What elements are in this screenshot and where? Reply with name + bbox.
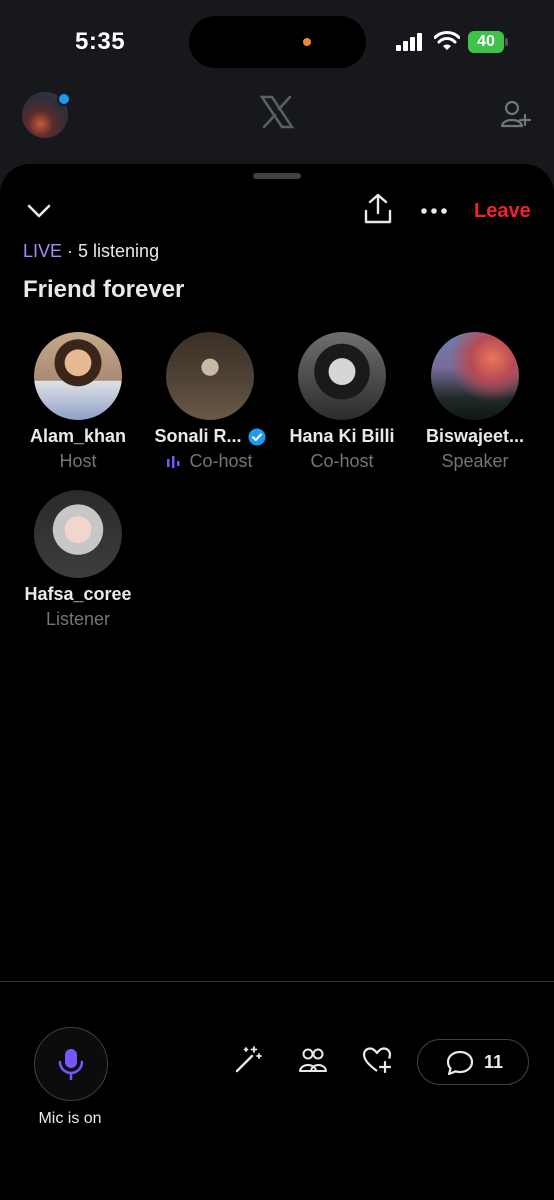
- mic-status-label: Mic is on: [38, 1110, 102, 1127]
- avatar: [166, 332, 254, 420]
- participant-card[interactable]: Alam_khan Host: [8, 332, 148, 472]
- magic-wand-icon[interactable]: [232, 1044, 264, 1076]
- participant-role: Co-host: [189, 451, 253, 471]
- verified-icon: [248, 428, 265, 445]
- app-bar: [0, 84, 554, 154]
- leave-button[interactable]: Leave: [474, 200, 531, 223]
- live-label: LIVE: [23, 241, 63, 261]
- status-bar: 5:35 40: [0, 0, 554, 84]
- listening-count: · 5 listening: [62, 241, 160, 261]
- avatar: [298, 332, 386, 420]
- dynamic-island: [189, 16, 366, 68]
- participant-card[interactable]: Sonali R... Co-host: [140, 332, 280, 472]
- spaces-sheet: Leave LIVE · 5 listening Friend forever …: [0, 164, 554, 1200]
- people-icon[interactable]: [297, 1044, 329, 1076]
- battery-level: 40: [468, 31, 504, 53]
- heart-plus-icon[interactable]: [361, 1044, 393, 1076]
- avatar: [34, 332, 122, 420]
- comments-button[interactable]: 11: [417, 1039, 529, 1085]
- space-title: Friend forever: [23, 276, 185, 303]
- participant-role: Speaker: [441, 451, 509, 471]
- signal-icon: [396, 33, 422, 51]
- wifi-icon: [434, 31, 460, 50]
- participant-role: Host: [59, 451, 97, 471]
- sheet-grabber[interactable]: [253, 173, 301, 179]
- share-icon[interactable]: [362, 192, 394, 226]
- mic-button[interactable]: [34, 1027, 108, 1101]
- avatar: [34, 490, 122, 578]
- participant-role: Co-host: [310, 451, 374, 471]
- avatar: [431, 332, 519, 420]
- comments-count: 11: [484, 1052, 504, 1072]
- battery-icon: 40: [468, 31, 508, 53]
- participant-name: Hana Ki Billi: [289, 426, 395, 446]
- participant-name: Hafsa_coree: [24, 584, 132, 604]
- notification-dot: [57, 92, 71, 106]
- more-icon[interactable]: [418, 196, 450, 226]
- participant-name: Alam_khan: [29, 426, 127, 446]
- comment-icon: [446, 1050, 474, 1076]
- recording-indicator: [303, 38, 311, 46]
- participant-card[interactable]: Biswajeet... Speaker: [405, 332, 545, 472]
- chevron-down-icon[interactable]: [24, 196, 54, 226]
- x-logo-icon[interactable]: [259, 94, 295, 130]
- participant-name: Biswajeet...: [425, 426, 525, 446]
- speaking-icon: [167, 455, 180, 468]
- mic-icon: [58, 1049, 84, 1080]
- add-user-icon[interactable]: [500, 98, 532, 130]
- divider: [0, 981, 554, 982]
- status-time: 5:35: [75, 28, 126, 55]
- live-status: LIVE · 5 listening: [23, 241, 159, 262]
- participant-card[interactable]: Hana Ki Billi Co-host: [272, 332, 412, 472]
- participant-card[interactable]: Hafsa_coree Listener: [8, 490, 148, 630]
- participant-role: Listener: [45, 609, 111, 629]
- participant-name: Sonali R...: [154, 426, 242, 446]
